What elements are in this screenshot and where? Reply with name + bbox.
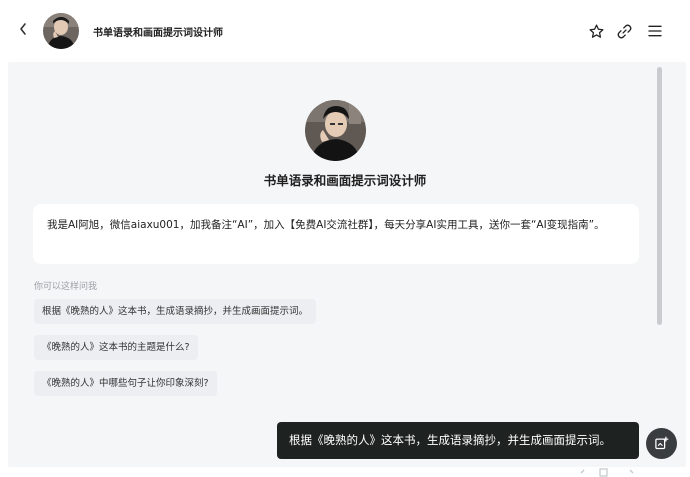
favorite-button[interactable] [586, 21, 606, 41]
new-chat-button[interactable] [646, 428, 677, 459]
avatar-image [305, 100, 366, 161]
top-bar: 书单语录和画面提示词设计师 [0, 0, 690, 62]
suggestion-chip[interactable]: 根据《晚熟的人》这本书，生成语录摘抄，并生成画面提示词。 [34, 299, 317, 324]
star-icon [588, 23, 604, 38]
new-chat-icon [655, 436, 669, 450]
bot-avatar-large [305, 100, 366, 161]
back-button[interactable] [18, 22, 34, 40]
avatar-image [43, 13, 79, 49]
suggestion-chip[interactable]: 《晚熟的人》中哪些句子让你印象深刻? [34, 371, 217, 396]
share-link-button[interactable] [614, 21, 634, 41]
scrollbar[interactable] [657, 67, 662, 325]
header-title: 书单语录和画面提示词设计师 [93, 28, 223, 39]
message-action-icons [580, 468, 634, 477]
bot-avatar-small[interactable] [43, 13, 79, 49]
intro-text: 我是AI阿旭，微信aiaxu001，加我备注“AI”，加入【免费AI交流社群】，… [47, 219, 605, 231]
message-actions[interactable] [578, 465, 638, 477]
user-message-bubble: 根据《晚熟的人》这本书，生成语录摘抄，并生成画面提示词。 [277, 422, 639, 459]
bot-name: 书单语录和画面提示词设计师 [263, 173, 427, 188]
chevron-left-icon [20, 23, 26, 35]
app-window: 书单语录和画面提示词设计师 书单语录和画面提示词设计师 我是AI阿旭，微信aia… [0, 0, 690, 477]
intro-message: 我是AI阿旭，微信aiaxu001，加我备注“AI”，加入【免费AI交流社群】，… [33, 204, 639, 264]
suggestions-label: 你可以这样问我 [34, 282, 98, 292]
link-icon [617, 24, 631, 38]
menu-icon [648, 25, 662, 37]
menu-button[interactable] [645, 21, 665, 41]
suggestion-chip[interactable]: 《晚熟的人》这本书的主题是什么? [34, 335, 198, 360]
